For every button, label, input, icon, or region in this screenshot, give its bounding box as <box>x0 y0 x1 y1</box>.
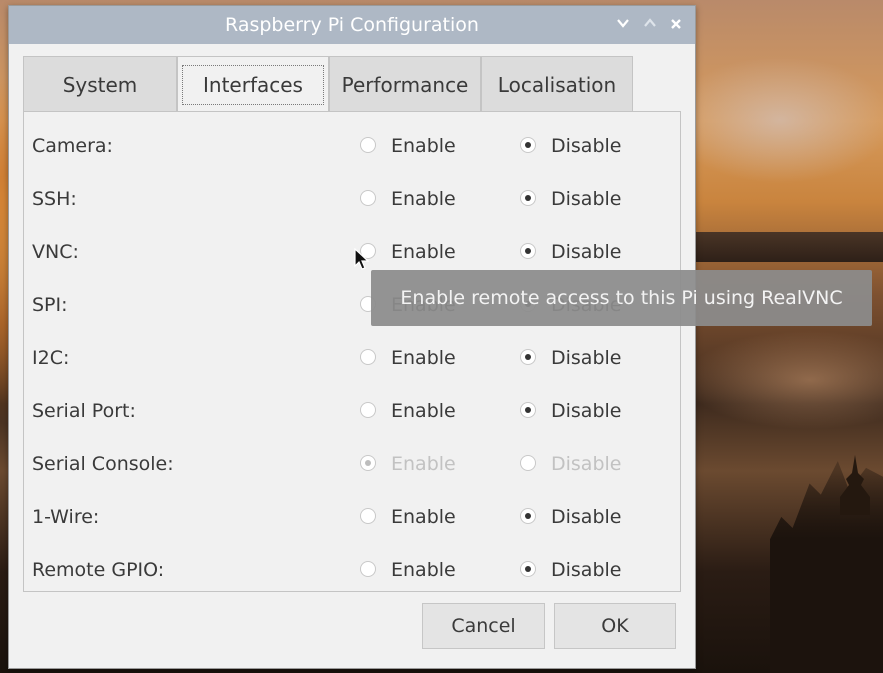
radio-label: Disable <box>551 400 622 422</box>
interface-label: Remote GPIO: <box>32 559 165 581</box>
radio-circle[interactable] <box>520 190 536 206</box>
radio-label: Disable <box>551 559 622 581</box>
interface-label: SPI: <box>32 294 68 316</box>
disable-radio[interactable]: Disable <box>520 332 660 385</box>
radio-circle[interactable] <box>360 190 376 206</box>
desktop-hill <box>690 232 883 262</box>
titlebar[interactable]: Raspberry Pi Configuration <box>9 6 695 44</box>
minimize-button[interactable] <box>612 14 634 36</box>
radio-label: Disable <box>551 506 622 528</box>
radio-label: Enable <box>391 188 456 210</box>
radio-circle <box>360 455 376 471</box>
enable-radio[interactable]: Enable <box>360 120 500 173</box>
disable-radio[interactable]: Disable <box>520 173 660 226</box>
interfaces-panel: Camera: Enable Disable SSH: Enable Disable VNC… <box>23 111 681 592</box>
radio-circle[interactable] <box>520 508 536 524</box>
interface-label: Serial Console: <box>32 453 174 475</box>
radio-circle[interactable] <box>520 402 536 418</box>
tab-localisation[interactable]: Localisation <box>481 56 633 112</box>
radio-label: Enable <box>391 135 456 157</box>
radio-circle[interactable] <box>520 561 536 577</box>
interface-label: I2C: <box>32 347 70 369</box>
radio-label: Enable <box>391 506 456 528</box>
radio-label: Disable <box>551 135 622 157</box>
interface-label: Camera: <box>32 135 113 157</box>
disable-radio[interactable]: Disable <box>520 491 660 544</box>
enable-radio: Enable <box>360 438 500 491</box>
disable-radio[interactable]: Disable <box>520 544 660 597</box>
mouse-pointer-icon <box>354 248 370 270</box>
radio-circle[interactable] <box>360 349 376 365</box>
interface-row: Remote GPIO: Enable Disable <box>24 544 680 597</box>
disable-radio[interactable]: Disable <box>520 385 660 438</box>
maximize-button[interactable] <box>639 14 661 36</box>
interface-row: Serial Console: Enable Disable <box>24 438 680 491</box>
radio-label: Disable <box>551 347 622 369</box>
radio-circle[interactable] <box>520 349 536 365</box>
radio-circle[interactable] <box>520 243 536 259</box>
radio-circle <box>520 455 536 471</box>
chevron-up-icon <box>644 18 656 27</box>
radio-label: Disable <box>551 453 622 475</box>
interface-label: Serial Port: <box>32 400 136 422</box>
radio-label: Enable <box>391 453 456 475</box>
interface-row: 1-Wire: Enable Disable <box>24 491 680 544</box>
config-window: Raspberry Pi Configuration System Interf… <box>8 5 696 669</box>
tab-focus-ring <box>182 65 324 105</box>
disable-radio: Disable <box>520 438 660 491</box>
interface-label: 1-Wire: <box>32 506 100 528</box>
enable-radio[interactable]: Enable <box>360 544 500 597</box>
tab-interfaces[interactable]: Interfaces <box>177 56 329 113</box>
cancel-button[interactable]: Cancel <box>422 603 545 649</box>
tab-system[interactable]: System <box>23 56 177 112</box>
radio-circle[interactable] <box>360 508 376 524</box>
enable-radio[interactable]: Enable <box>360 385 500 438</box>
radio-circle[interactable] <box>520 137 536 153</box>
vnc-tooltip: Enable remote access to this Pi using Re… <box>371 270 872 326</box>
ok-button[interactable]: OK <box>554 603 676 649</box>
radio-circle[interactable] <box>360 561 376 577</box>
radio-label: Disable <box>551 188 622 210</box>
radio-label: Enable <box>391 559 456 581</box>
chevron-down-icon <box>617 19 629 28</box>
interface-row: Camera: Enable Disable <box>24 120 680 173</box>
interface-row: I2C: Enable Disable <box>24 332 680 385</box>
interface-label: SSH: <box>32 188 77 210</box>
interface-label: VNC: <box>32 241 79 263</box>
tab-performance[interactable]: Performance <box>329 56 481 112</box>
close-button[interactable] <box>665 14 687 36</box>
radio-label: Enable <box>391 347 456 369</box>
disable-radio[interactable]: Disable <box>520 120 660 173</box>
close-icon <box>671 19 681 29</box>
window-title: Raspberry Pi Configuration <box>225 14 479 36</box>
radio-circle[interactable] <box>360 137 376 153</box>
radio-circle[interactable] <box>360 402 376 418</box>
radio-label: Enable <box>391 400 456 422</box>
enable-radio[interactable]: Enable <box>360 491 500 544</box>
enable-radio[interactable]: Enable <box>360 173 500 226</box>
enable-radio[interactable]: Enable <box>360 332 500 385</box>
interface-row: SSH: Enable Disable <box>24 173 680 226</box>
interface-row: Serial Port: Enable Disable <box>24 385 680 438</box>
